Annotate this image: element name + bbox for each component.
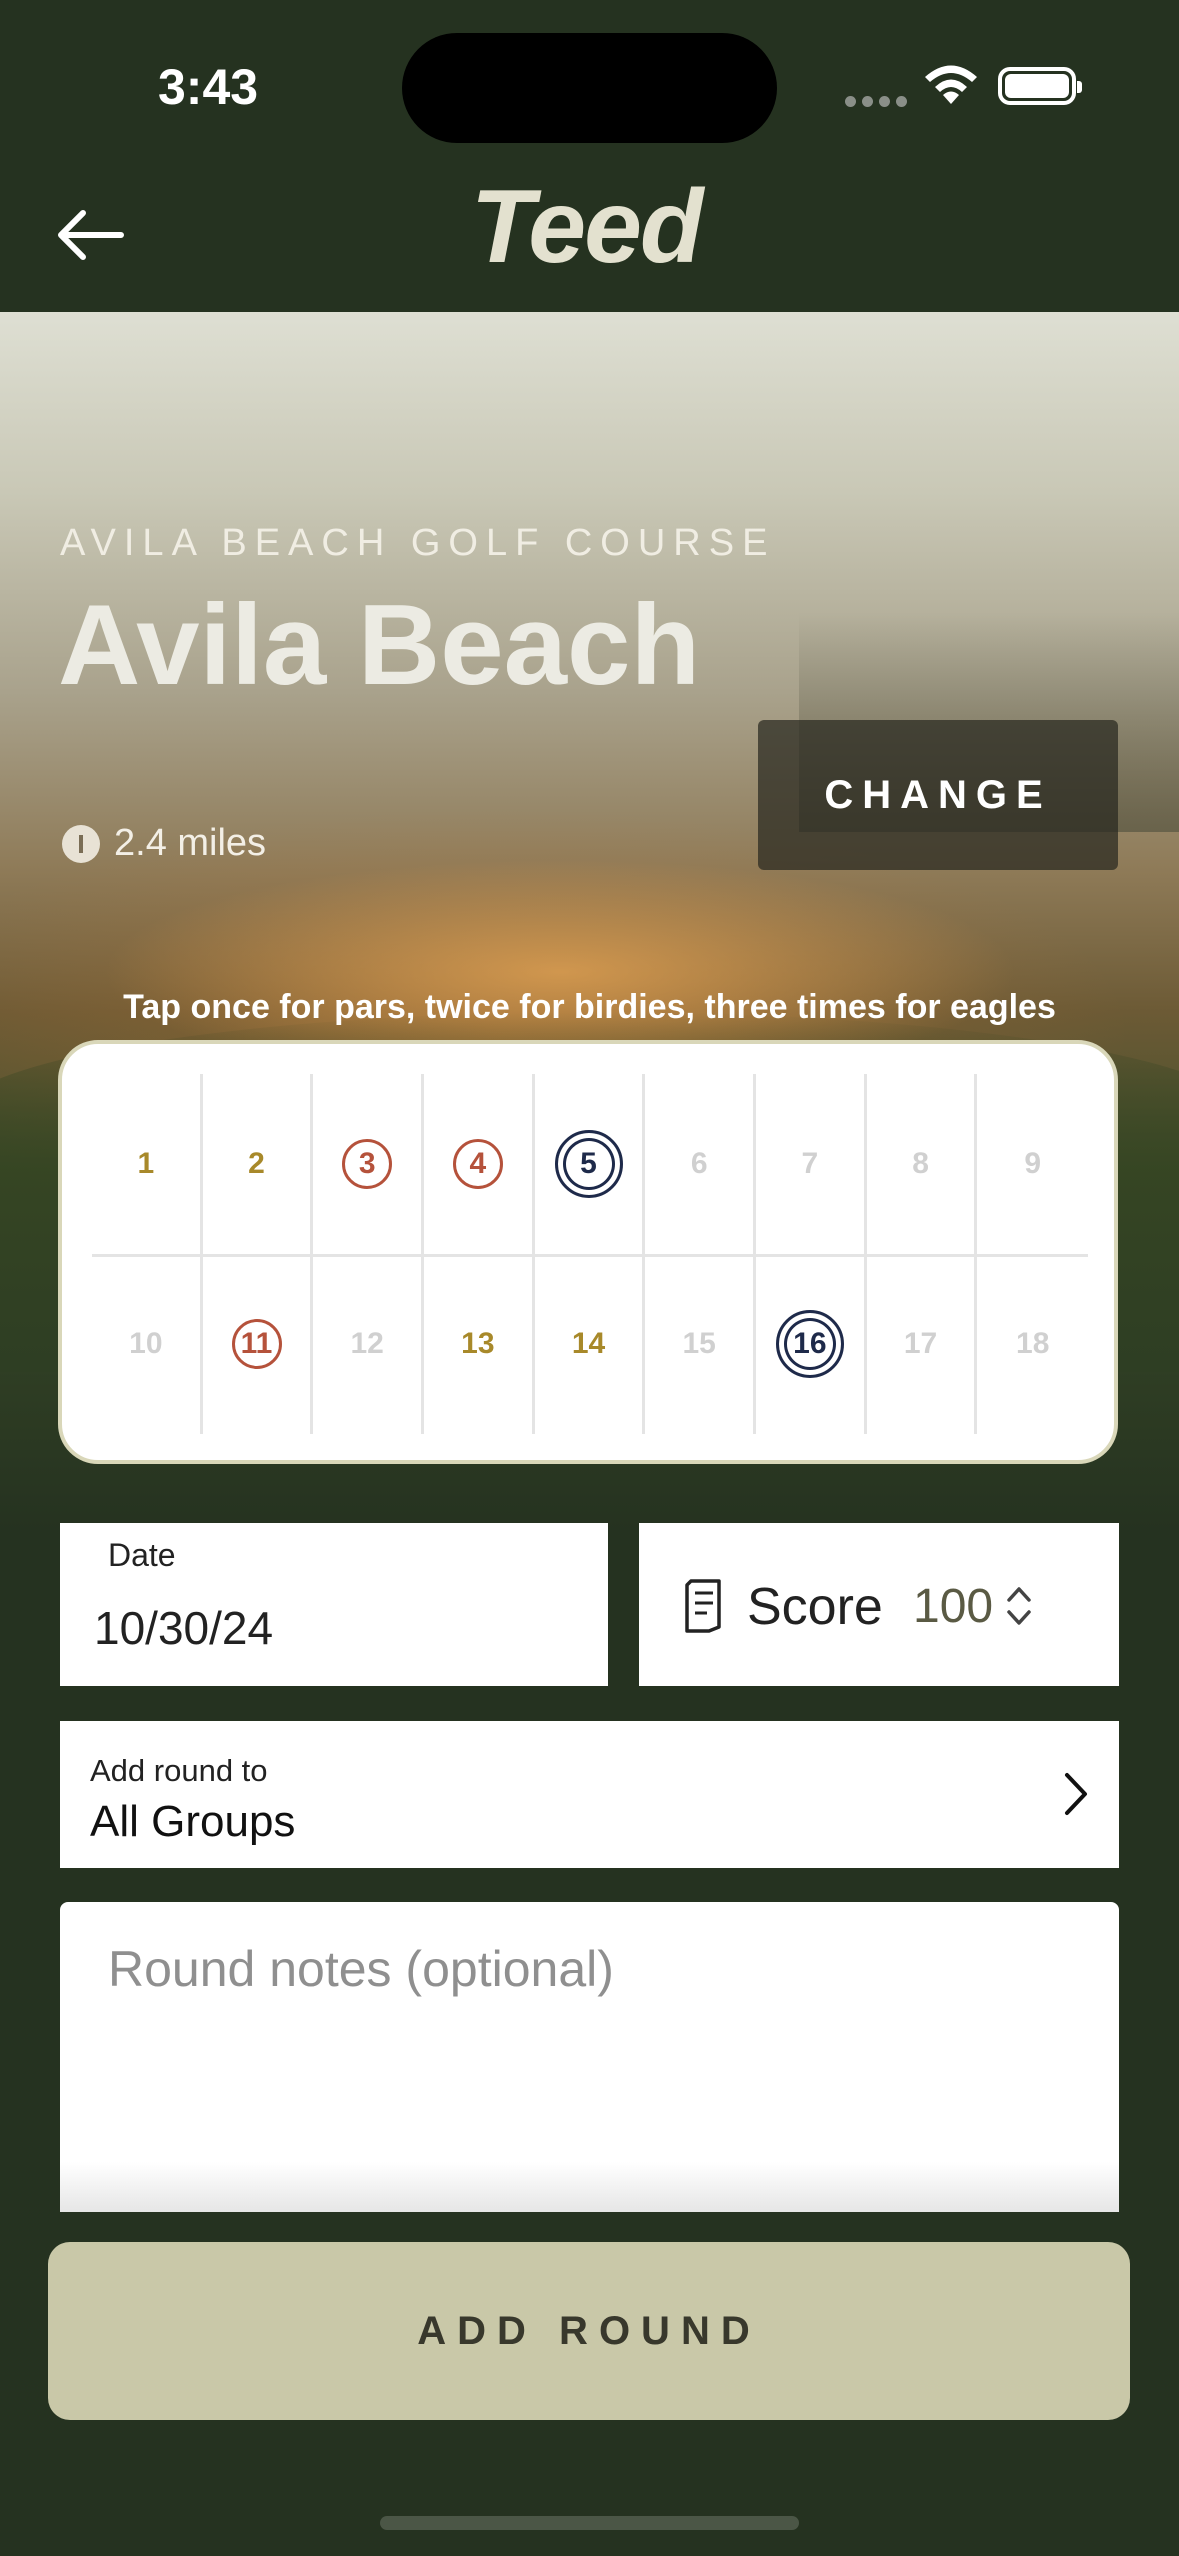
score-value[interactable]: 100 [913,1579,993,1634]
hole-scorecard: 123456789 10 11 12 13 14 15 16 17 18 [58,1040,1118,1464]
date-field[interactable]: Date 10/30/24 [60,1523,608,1686]
hole-number: 18 [1016,1327,1050,1360]
hole-1-button[interactable]: 1 [92,1074,203,1254]
group-label: Add round to [90,1753,268,1788]
group-value: All Groups [90,1797,296,1846]
hole-15-button[interactable]: 15 [645,1254,757,1434]
hole-10-button[interactable]: 10 [92,1254,203,1434]
hole-number: 6 [690,1147,708,1180]
hole-number: 13 [461,1327,495,1360]
holes-row-back: 10 11 12 13 14 15 16 17 18 [92,1254,1088,1434]
hole-6-button[interactable]: 6 [645,1074,757,1254]
score-stepper-icon[interactable] [1004,1583,1034,1629]
battery-icon [998,67,1082,105]
hole-7-button[interactable]: 7 [756,1074,867,1254]
back-arrow-icon [58,210,124,260]
hole-number: 17 [903,1327,938,1360]
course-title: Avila Beach [58,582,701,709]
hole-8-button[interactable]: 8 [867,1074,978,1254]
hole-14-button[interactable]: 14 [535,1254,646,1434]
notes-fade [60,2162,1119,2212]
top-nav: Teed [0,160,1179,312]
hole-number: 5 [554,1130,623,1198]
add-round-button[interactable]: ADD ROUND [48,2242,1130,2420]
hole-number: 3 [342,1139,393,1189]
scorecard-icon [685,1579,721,1633]
hole-number: 12 [350,1327,384,1360]
distance-label: 2.4 miles [114,822,267,864]
round-notes-input[interactable]: Round notes (optional) [60,1902,1119,2212]
home-indicator [380,2516,799,2530]
date-value[interactable]: 10/30/24 [94,1601,273,1655]
wifi-icon [925,65,977,104]
hole-18-button[interactable]: 18 [977,1254,1088,1434]
hole-number: 4 [452,1139,503,1189]
back-button[interactable] [44,190,134,280]
hole-4-button[interactable]: 4 [424,1074,535,1254]
change-course-button[interactable]: CHANGE [758,720,1118,870]
notes-placeholder: Round notes (optional) [108,1941,614,1997]
hole-number: 2 [248,1147,265,1180]
holes-row-front: 1 2 3 4 5 6 7 8 9 [92,1074,1088,1254]
hole-13-button[interactable]: 13 [424,1254,535,1434]
date-label: Date [108,1537,176,1573]
hole-number: 14 [571,1327,606,1360]
score-field[interactable]: Score 100 [639,1523,1119,1686]
status-time: 3:43 [158,59,259,115]
dynamic-island [402,33,777,143]
hole-12-button[interactable]: 12 [313,1254,425,1434]
scoring-hint: Tap once for pars, twice for birdies, th… [123,988,1056,1026]
hole-9-button[interactable]: 9 [977,1074,1088,1254]
hole-number: 8 [912,1147,929,1180]
hole-number: 16 [775,1310,844,1378]
hole-number: 9 [1024,1147,1042,1180]
teed-logo: Teed [470,169,704,285]
hole-16-button[interactable]: 16 [756,1254,867,1434]
hole-5-button[interactable]: 5 [535,1074,646,1254]
hole-number: 11 [231,1319,282,1369]
status-bar: 3:43 [0,0,1179,160]
course-club-name: AVILA BEACH GOLF COURSE [60,522,776,564]
hole-2-button[interactable]: 2 [203,1074,314,1254]
course-distance: 2.4 miles [62,822,266,865]
hole-11-button[interactable]: 11 [203,1254,314,1434]
hole-3-button[interactable]: 3 [313,1074,425,1254]
location-pin-icon [62,824,100,863]
add-round-to-group[interactable]: Add round to All Groups [60,1721,1119,1868]
hole-number: 10 [129,1327,163,1360]
hole-number: 1 [137,1147,155,1180]
hole-number: 7 [801,1147,819,1180]
chevron-right-icon [1065,1773,1087,1815]
hole-number: 15 [682,1327,716,1360]
hole-17-button[interactable]: 17 [867,1254,978,1434]
signal-icon [845,94,913,112]
score-label: Score [747,1578,883,1636]
